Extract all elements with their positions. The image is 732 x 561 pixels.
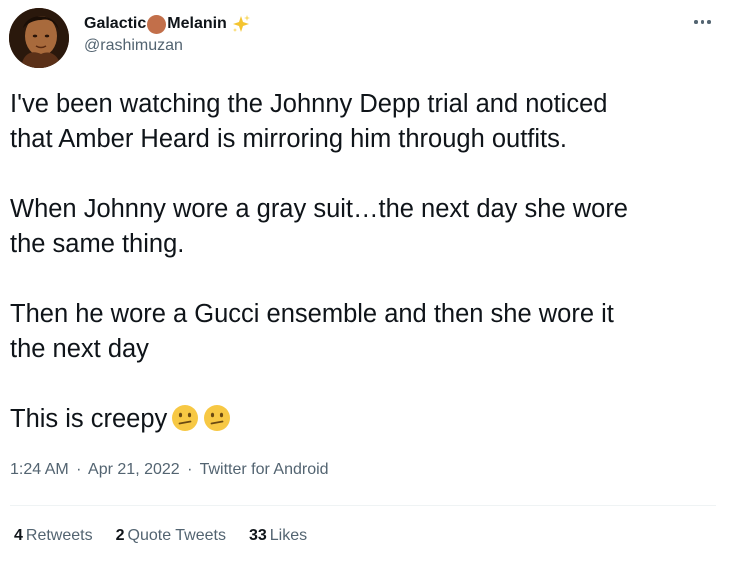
tweet-line: This is creepy	[10, 405, 168, 433]
tweet-line: the same thing.	[10, 230, 185, 258]
user-info: Galactic Melanin @rashimuzan	[84, 13, 252, 55]
quote-tweets-link[interactable]: 2 Quote Tweets	[116, 527, 226, 545]
separator: ·	[187, 461, 193, 478]
retweets-link[interactable]: 4 Retweets	[14, 527, 93, 545]
likes-link[interactable]: 33 Likes	[249, 527, 307, 545]
separator: ·	[76, 461, 82, 478]
display-name-part2: Melanin	[167, 15, 227, 32]
avatar-image	[9, 8, 69, 68]
tweet-card: Galactic Melanin @rashimuzan I've been w…	[0, 0, 732, 561]
confused-face-icon	[203, 404, 231, 432]
brown-circle-icon	[147, 14, 167, 34]
quotes-label: Quote Tweets	[127, 527, 226, 544]
tweet-metadata: 1:24 AM · Apr 21, 2022 · Twitter for And…	[10, 461, 329, 479]
user-handle[interactable]: @rashimuzan	[84, 37, 252, 55]
display-name[interactable]: Galactic Melanin	[84, 13, 252, 35]
quotes-count: 2	[115, 527, 125, 544]
tweet-line: When Johnny wore a gray suit…the next da…	[10, 195, 628, 223]
tweet-stats: 4 Retweets 2 Quote Tweets 33 Likes	[14, 527, 330, 545]
likes-count: 33	[248, 527, 267, 544]
tweet-line: that Amber Heard is mirroring him throug…	[10, 125, 567, 153]
retweets-label: Retweets	[25, 527, 93, 544]
tweet-last-line: This is creepy	[10, 402, 720, 437]
tweet-date[interactable]: Apr 21, 2022	[88, 461, 180, 478]
tweet-time[interactable]: 1:24 AM	[10, 461, 69, 478]
tweet-line: the next day	[10, 335, 149, 363]
likes-label: Likes	[269, 527, 308, 544]
confused-face-icon	[171, 404, 199, 432]
sparkles-icon	[230, 13, 252, 35]
tweet-source[interactable]: Twitter for Android	[200, 461, 329, 478]
tweet-text: I've been watching the Johnny Depp trial…	[10, 87, 720, 437]
tweet-line: I've been watching the Johnny Depp trial…	[10, 90, 608, 118]
profile-avatar[interactable]	[9, 8, 69, 68]
divider	[10, 505, 716, 506]
display-name-part1: Galactic	[84, 15, 147, 32]
tweet-line: Then he wore a Gucci ensemble and then s…	[10, 300, 614, 328]
retweets-count: 4	[14, 527, 23, 544]
more-options-icon[interactable]	[694, 16, 716, 28]
